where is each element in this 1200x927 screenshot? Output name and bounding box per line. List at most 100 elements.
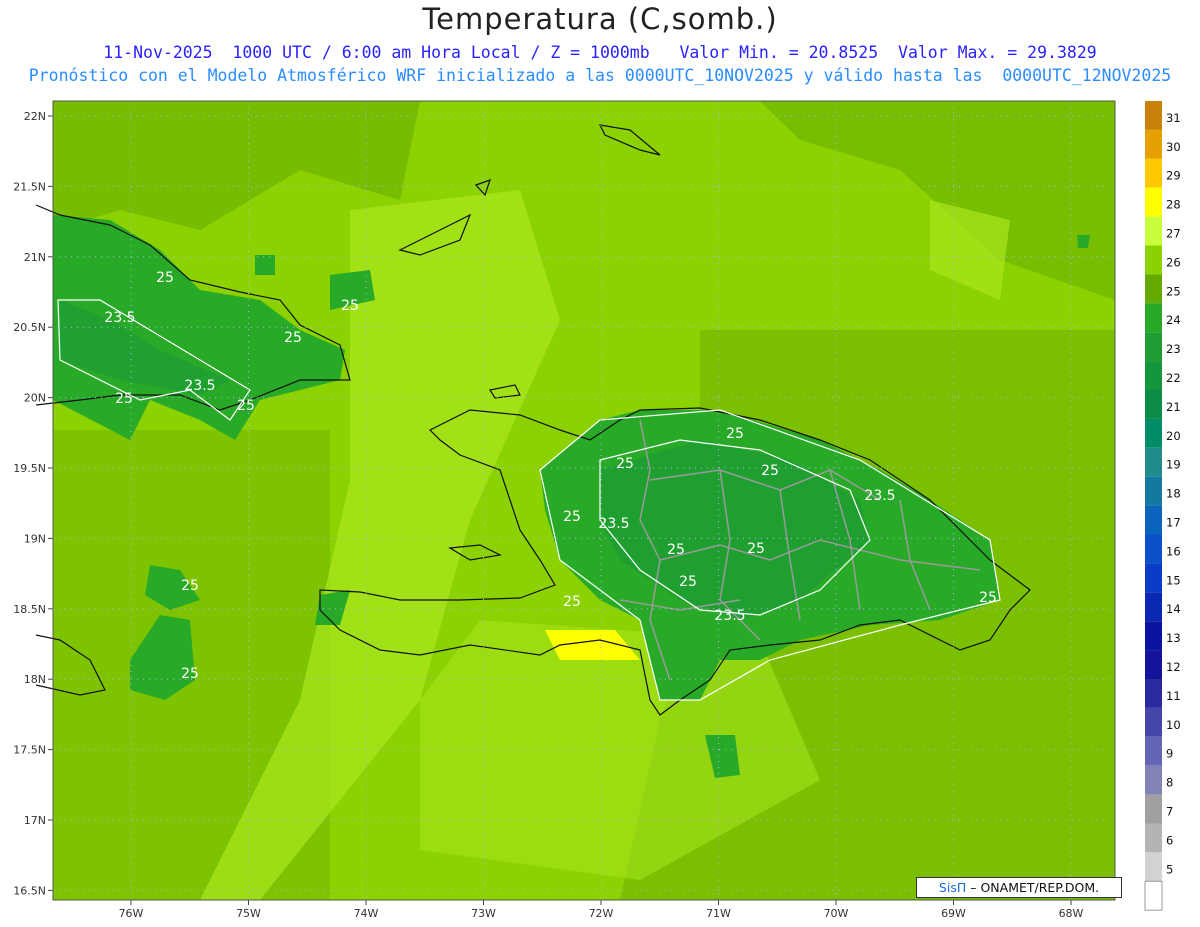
colorbar-label: 8 (1166, 776, 1173, 790)
colorbar: 31 30 29 28 27 26 25 24 23 22 21 20 19 18 17 16 15 14 13 12… (1144, 101, 1181, 911)
contour-label: 25 (237, 398, 255, 414)
lat-tick-label: 19N (24, 532, 46, 545)
contour-label: 25 (747, 541, 765, 557)
colorbar-label: 5 (1166, 862, 1173, 876)
colorbar-label: 6 (1166, 833, 1173, 847)
credit-text: ONAMET/REP.DOM. (980, 880, 1100, 895)
contour-label: 25 (341, 298, 359, 314)
colorbar-label: 18 (1166, 487, 1181, 501)
colorbar-label: 31 (1166, 111, 1181, 125)
colorbar-swatch (1145, 101, 1162, 130)
colorbar-swatch (1145, 361, 1162, 390)
lat-tick-label: 20N (24, 392, 46, 405)
contour-label: 25 (181, 578, 199, 594)
colorbar-label: 16 (1166, 544, 1181, 558)
colorbar-label: 13 (1166, 631, 1181, 645)
colorbar-swatch (1145, 765, 1162, 795)
longitude-ticks: 76W 75W 74W 73W 72W 71W 70W 69W 68W (119, 900, 1084, 920)
cold-blob (1077, 235, 1090, 248)
colorbar-label: 21 (1166, 400, 1181, 414)
lat-tick-label: 17.5N (13, 744, 46, 757)
contour-label: 23.5 (714, 608, 745, 624)
lat-tick-label: 16.5N (13, 884, 46, 897)
colorbar-label: 9 (1166, 747, 1173, 761)
latitude-ticks: 22N 21.5N 21N 20.5N 20N 19.5N 19N 18.5N 18N 17.5N… (13, 110, 53, 897)
colorbar-swatch (1145, 650, 1162, 679)
contour-label: 25 (563, 509, 581, 525)
lat-tick-label: 18N (24, 673, 46, 686)
credit-separator: – (970, 880, 981, 895)
contour-label: 25 (679, 574, 697, 590)
lat-tick-label: 21N (24, 251, 46, 264)
colorbar-swatch (1145, 794, 1162, 824)
lon-tick-label: 74W (354, 907, 379, 920)
credit-box: SisΠ – ONAMET/REP.DOM. (916, 877, 1122, 898)
contour-label: 25 (284, 330, 302, 346)
colorbar-swatch (1145, 707, 1162, 737)
colorbar-swatch (1145, 274, 1162, 304)
colorbar-swatch (1145, 736, 1162, 766)
colorbar-swatch (1145, 823, 1162, 853)
contour-label: 25 (115, 391, 133, 407)
colorbar-label: 20 (1166, 429, 1181, 443)
contour-label: 23.5 (598, 516, 629, 532)
contour-label: 25 (761, 463, 779, 479)
colorbar-swatch (1145, 592, 1162, 622)
colorbar-label: 30 (1166, 140, 1181, 154)
contour-label: 23.5 (104, 310, 135, 326)
colorbar-label: 24 (1166, 313, 1181, 327)
colorbar-swatch (1145, 563, 1162, 593)
lon-tick-label: 75W (236, 907, 261, 920)
contour-label: 25 (726, 426, 744, 442)
contour-label: 25 (979, 590, 997, 606)
contour-label: 23.5 (184, 378, 215, 394)
lon-tick-label: 70W (824, 907, 849, 920)
lat-tick-label: 22N (24, 110, 46, 123)
colorbar-label: 10 (1166, 718, 1181, 732)
contour-label: 25 (156, 270, 174, 286)
colorbar-label: 11 (1166, 689, 1181, 703)
cold-blob (255, 255, 275, 275)
colorbar-swatch (1145, 679, 1162, 708)
lat-tick-label: 19.5N (13, 462, 46, 475)
colorbar-label: 15 (1166, 573, 1181, 587)
colorbar-swatch (1145, 534, 1162, 564)
colorbar-label: 26 (1166, 255, 1181, 269)
colorbar-label: 14 (1166, 602, 1181, 616)
lat-tick-label: 20.5N (13, 321, 46, 334)
lon-tick-label: 68W (1059, 907, 1084, 920)
colorbar-label: 17 (1166, 516, 1181, 530)
colorbar-swatch (1145, 505, 1162, 535)
colorbar-swatch (1145, 216, 1162, 246)
colorbar-label: 12 (1166, 660, 1181, 674)
contour-label: 25 (181, 666, 199, 682)
colorbar-label: 29 (1166, 169, 1181, 183)
temperature-map: 22N 21.5N 21N 20.5N 20N 19.5N 19N 18.5N 18N 17.5N… (13, 100, 1181, 920)
colorbar-swatch (1145, 390, 1162, 419)
colorbar-swatch (1145, 852, 1162, 882)
colorbar-swatch (1145, 245, 1162, 275)
colorbar-label: 28 (1166, 198, 1181, 212)
contour-label: 25 (616, 456, 634, 472)
colorbar-swatch (1145, 129, 1162, 159)
credit-brand: SisΠ (938, 880, 967, 895)
colorbar-label: 23 (1166, 342, 1181, 356)
lon-tick-label: 69W (941, 907, 966, 920)
colorbar-swatch (1145, 621, 1162, 651)
lon-tick-label: 76W (119, 907, 144, 920)
colorbar-swatch (1145, 447, 1162, 477)
colorbar-swatch (1145, 332, 1162, 362)
colorbar-swatch (1145, 187, 1162, 217)
lon-tick-label: 71W (706, 907, 731, 920)
colorbar-label: 7 (1166, 805, 1173, 819)
lat-tick-label: 17N (24, 814, 46, 827)
contour-label: 25 (667, 542, 685, 558)
map-field (53, 101, 1115, 900)
colorbar-swatch (1145, 418, 1162, 448)
colorbar-label: 19 (1166, 458, 1181, 472)
colorbar-swatch (1145, 476, 1162, 506)
lon-tick-label: 72W (589, 907, 614, 920)
colorbar-label: 22 (1166, 371, 1181, 385)
contour-label: 25 (563, 594, 581, 610)
colorbar-swatch (1145, 303, 1162, 333)
